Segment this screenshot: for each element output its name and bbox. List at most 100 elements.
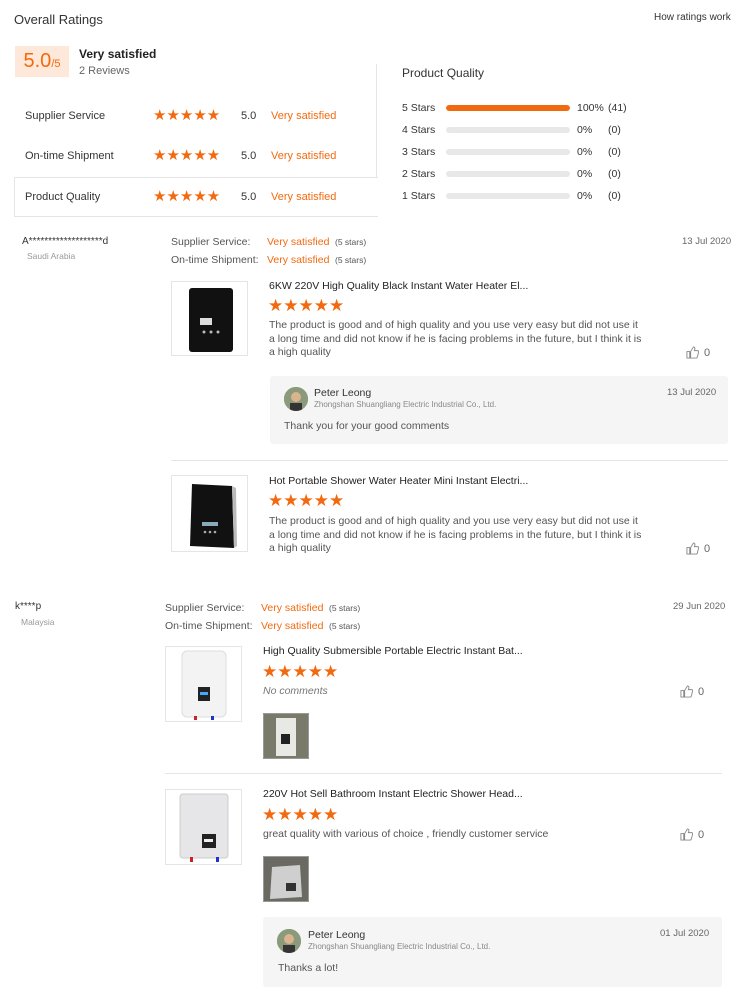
- like-button[interactable]: 0: [686, 542, 710, 555]
- breakdown-percent: 0%: [577, 124, 593, 136]
- product-thumbnail[interactable]: [165, 646, 242, 722]
- supplier-service-value: Very satisfied: [261, 602, 324, 614]
- item-stars: ★★★★★: [268, 491, 345, 510]
- shipment-stars: (5 stars): [329, 621, 361, 631]
- like-button[interactable]: 0: [686, 346, 710, 359]
- breakdown-row: 2 Stars 0% (0): [402, 168, 642, 182]
- overall-score-out-of: /5: [51, 58, 61, 70]
- category-row-supplier-service[interactable]: Supplier Service ★★★★★ 5.0 Very satisfie…: [15, 98, 376, 134]
- breakdown-percent: 0%: [577, 146, 593, 158]
- category-row-on-time-shipment[interactable]: On-time Shipment ★★★★★ 5.0 Very satisfie…: [15, 138, 376, 174]
- product-title[interactable]: High Quality Submersible Portable Electr…: [263, 645, 523, 657]
- supplier-service-label: Supplier Service:: [171, 236, 251, 248]
- category-label: Product Quality: [25, 191, 101, 203]
- overall-score: 5.0: [23, 50, 52, 72]
- category-label: On-time Shipment: [25, 150, 114, 162]
- review-comment: The product is good and of high quality …: [269, 515, 642, 554]
- breakdown-count: (0): [608, 168, 621, 180]
- how-ratings-work-link[interactable]: How ratings work: [654, 12, 731, 23]
- product-thumbnail[interactable]: [165, 789, 242, 865]
- product-title[interactable]: 220V Hot Sell Bathroom Instant Electric …: [263, 788, 523, 800]
- shipment-label: On-time Shipment:: [165, 620, 253, 632]
- product-thumbnail[interactable]: [171, 475, 248, 552]
- review-photo[interactable]: [263, 856, 309, 902]
- breakdown-count: (0): [608, 190, 621, 202]
- overall-ratings-title: Overall Ratings: [14, 12, 103, 27]
- thumbs-up-icon: [680, 828, 693, 841]
- thumbs-up-icon: [680, 685, 693, 698]
- thumbs-up-icon: [686, 346, 699, 359]
- category-value: 5.0: [241, 150, 257, 162]
- category-label: Supplier Service: [25, 110, 106, 122]
- like-count: 0: [698, 685, 705, 698]
- breakdown-bar: [446, 171, 570, 177]
- reply-date: 13 Jul 2020: [667, 387, 717, 398]
- overall-score-badge: 5.0/5: [15, 46, 69, 77]
- breakdown-bar: [446, 149, 570, 155]
- divider-vertical: [376, 64, 377, 177]
- breakdown-count: (0): [608, 146, 621, 158]
- reviewer-country: Saudi Arabia: [27, 251, 76, 261]
- reviewer-name: A*******************d: [22, 236, 109, 247]
- product-title[interactable]: Hot Portable Shower Water Heater Mini In…: [269, 475, 528, 487]
- like-button[interactable]: 0: [680, 685, 704, 698]
- breakdown-bar: [446, 127, 570, 133]
- like-count: 0: [704, 542, 711, 555]
- category-stars: ★★★★★: [153, 147, 221, 164]
- water-heater-black-angled-image: [190, 484, 237, 548]
- review-photo[interactable]: [263, 713, 309, 759]
- breakdown-row: 3 Stars 0% (0): [402, 146, 642, 160]
- review-comment: No comments: [263, 685, 328, 697]
- breakdown-title: Product Quality: [402, 66, 485, 80]
- breakdown-count: (0): [608, 124, 621, 136]
- avatar: [284, 387, 308, 411]
- breakdown-percent: 0%: [577, 168, 593, 180]
- category-text: Very satisfied: [271, 150, 337, 162]
- water-heater-silver-image: [179, 793, 229, 862]
- reply-date: 01 Jul 2020: [660, 928, 710, 939]
- shipment-stars: (5 stars): [335, 255, 367, 265]
- reply-company: Zhongshan Shuangliang Electric Industria…: [308, 942, 491, 951]
- water-heater-white-image: [181, 650, 227, 720]
- shipment-label: On-time Shipment:: [171, 254, 259, 266]
- breakdown-percent: 0%: [577, 190, 593, 202]
- breakdown-bar: [446, 105, 570, 111]
- reviewer-name: k****p: [15, 601, 42, 612]
- review-photo-image: [264, 714, 308, 758]
- shipment-value: Very satisfied: [261, 620, 324, 632]
- breakdown-percent: 100%: [577, 102, 604, 114]
- breakdown-row: 1 Stars 0% (0): [402, 190, 642, 204]
- breakdown-row: 5 Stars 100% (41): [402, 102, 642, 116]
- like-button[interactable]: 0: [680, 828, 704, 841]
- breakdown-label: 1 Stars: [402, 190, 436, 202]
- breakdown-row: 4 Stars 0% (0): [402, 124, 642, 138]
- overall-score-label: Very satisfied: [79, 47, 157, 61]
- water-heater-black-image: [189, 288, 233, 352]
- breakdown-label: 2 Stars: [402, 168, 436, 180]
- thumbs-up-icon: [686, 542, 699, 555]
- supplier-service-label: Supplier Service:: [165, 602, 245, 614]
- avatar: [277, 929, 301, 953]
- breakdown-label: 5 Stars: [402, 102, 436, 114]
- product-thumbnail[interactable]: [171, 281, 248, 356]
- category-value: 5.0: [241, 110, 257, 122]
- category-row-product-quality[interactable]: Product Quality ★★★★★ 5.0 Very satisfied: [14, 177, 378, 217]
- like-count: 0: [698, 828, 705, 841]
- product-title[interactable]: 6KW 220V High Quality Black Instant Wate…: [269, 280, 528, 292]
- reviewer-country: Malaysia: [21, 617, 55, 627]
- reviews-count: 2 Reviews: [79, 65, 130, 77]
- item-stars: ★★★★★: [268, 296, 345, 315]
- breakdown-bar-fill: [446, 105, 570, 111]
- category-stars: ★★★★★: [153, 188, 221, 205]
- review-date: 29 Jun 2020: [673, 601, 726, 612]
- reply-text: Thank you for your good comments: [284, 420, 450, 432]
- breakdown-label: 3 Stars: [402, 146, 436, 158]
- reply-text: Thanks a lot!: [278, 962, 339, 974]
- category-stars: ★★★★★: [153, 107, 221, 124]
- category-value: 5.0: [241, 191, 257, 203]
- breakdown-bar: [446, 193, 570, 199]
- supplier-service-stars: (5 stars): [329, 603, 361, 613]
- item-divider: [171, 460, 728, 461]
- category-text: Very satisfied: [271, 110, 337, 122]
- supplier-reply: Peter Leong Zhongshan Shuangliang Electr…: [263, 917, 722, 987]
